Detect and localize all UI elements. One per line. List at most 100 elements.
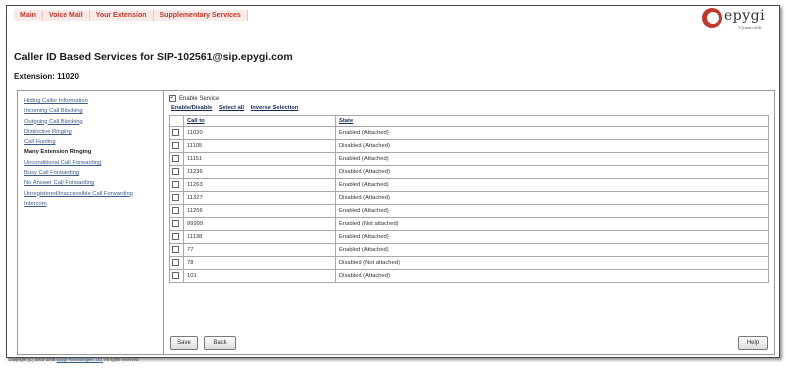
row-select-cell (169, 126, 184, 140)
row-checkbox[interactable] (172, 193, 179, 201)
sidebar-item[interactable]: No Answer Call Forwarding (18, 178, 163, 188)
nav-your-extension[interactable]: Your Extension (89, 10, 154, 21)
state-cell: Enabled (Attached) (335, 243, 769, 257)
row-select-cell (169, 230, 184, 244)
table-row: 99999 Enabled (Not attached) (169, 217, 769, 231)
table-row: 11020 Enabled (Attached) (169, 126, 769, 140)
sidebar: Hiding Caller Information Incoming Call B… (17, 90, 164, 355)
state-cell: Enabled (Attached) (335, 152, 769, 166)
call-to-table: Call to State 11020 Enabled (Attached) 111… (169, 115, 769, 283)
call-to-cell: 11327 (183, 191, 336, 205)
row-select-cell (169, 269, 184, 283)
logo-subtitle: TQuadro4HB (738, 25, 762, 30)
footer-link[interactable]: Epygi Technologies, Ltd. (57, 357, 104, 362)
table-row: 78 Disabled (Not attached) (169, 256, 769, 270)
top-navigation: Main Voice Mail Your Extension Supplemen… (14, 10, 248, 21)
header-select (169, 115, 184, 127)
table-row: 11256 Enabled (Attached) (169, 204, 769, 218)
call-to-cell: 11236 (183, 165, 336, 179)
row-checkbox[interactable] (172, 154, 179, 162)
enable-service-row: Enable Service (169, 93, 220, 102)
state-cell: Enabled (Attached) (335, 178, 769, 192)
call-to-cell: 11263 (183, 178, 336, 192)
logo-swoosh-icon (702, 8, 722, 28)
table-row: 11151 Enabled (Attached) (169, 152, 769, 166)
nav-supplementary-services[interactable]: Supplementary Services (153, 10, 248, 21)
sidebar-item[interactable]: Intercom (18, 199, 163, 209)
page-title: Caller ID Based Services for SIP-102561@… (14, 51, 293, 63)
sidebar-item[interactable]: Hiding Caller Information (18, 96, 163, 106)
table-row: 11236 Disabled (Attached) (169, 165, 769, 179)
row-select-cell (169, 191, 184, 205)
main-panel: Enable Service Enable/Disable Select all… (163, 90, 775, 355)
call-to-cell: 77 (183, 243, 336, 257)
select-all-link[interactable]: Select all (219, 105, 244, 111)
call-to-cell: 11105 (183, 139, 336, 153)
row-checkbox[interactable] (172, 271, 179, 279)
sidebar-item[interactable]: Incoming Call Blocking (18, 106, 163, 116)
table-body: 11020 Enabled (Attached) 11105 Disabled (At… (169, 126, 769, 283)
epygi-logo: epygi TQuadro4HB (702, 8, 772, 30)
state-cell: Disabled (Attached) (335, 191, 769, 205)
row-select-cell (169, 139, 184, 153)
table-row: 101 Disabled (Attached) (169, 269, 769, 283)
state-cell: Enabled (Not attached) (335, 217, 769, 231)
state-cell: Disabled (Not attached) (335, 256, 769, 270)
extension-title: Extension: 11020 (14, 72, 79, 81)
sidebar-item[interactable]: Unregistered/Inaccessible Call Forwardin… (18, 189, 163, 199)
call-to-cell: 99999 (183, 217, 336, 231)
call-to-cell: 11256 (183, 204, 336, 218)
call-to-cell: 101 (183, 269, 336, 283)
back-button[interactable]: Back (204, 336, 236, 350)
row-checkbox[interactable] (172, 258, 179, 266)
call-to-cell: 11138 (183, 230, 336, 244)
row-checkbox[interactable] (172, 180, 179, 188)
row-checkbox[interactable] (172, 167, 179, 175)
bulk-actions: Enable/Disable Select all Inverse Select… (171, 105, 303, 111)
sidebar-item[interactable]: Distinctive Ringing (18, 127, 163, 137)
footer-prefix: Copyright (C) 2003-2008 (8, 357, 57, 362)
state-cell: Disabled (Attached) (335, 165, 769, 179)
row-select-cell (169, 256, 184, 270)
save-button[interactable]: Save (170, 336, 198, 350)
sidebar-item[interactable]: Busy Call Forwarding (18, 168, 163, 178)
header-call-to[interactable]: Call to (183, 115, 336, 127)
copyright-footer: Copyright (C) 2003-2008 Epygi Technologi… (8, 357, 138, 362)
table-row: 11263 Enabled (Attached) (169, 178, 769, 192)
state-cell: Enabled (Attached) (335, 230, 769, 244)
row-checkbox[interactable] (172, 219, 179, 227)
sidebar-item[interactable]: Many Extension Ringing (18, 147, 163, 157)
inverse-selection-link[interactable]: Inverse Selection (251, 105, 299, 111)
enable-service-checkbox[interactable] (169, 93, 176, 102)
row-checkbox[interactable] (172, 128, 179, 136)
call-to-cell: 11020 (183, 126, 336, 140)
call-to-cell: 11151 (183, 152, 336, 166)
row-select-cell (169, 204, 184, 218)
table-row: 77 Enabled (Attached) (169, 243, 769, 257)
table-row: 11327 Disabled (Attached) (169, 191, 769, 205)
nav-voice-mail[interactable]: Voice Mail (42, 10, 90, 21)
nav-main[interactable]: Main (14, 10, 43, 21)
enable-service-label: Enable Service (179, 95, 220, 102)
state-cell: Disabled (Attached) (335, 139, 769, 153)
footer-suffix: All rights reserved (103, 357, 139, 362)
row-checkbox[interactable] (172, 232, 179, 240)
header-state[interactable]: State (335, 115, 769, 127)
logo-brand: epygi (724, 8, 766, 24)
row-checkbox[interactable] (172, 206, 179, 214)
state-cell: Enabled (Attached) (335, 204, 769, 218)
call-to-cell: 78 (183, 256, 336, 270)
sidebar-item[interactable]: Unconditional Call Forwarding (18, 158, 163, 168)
help-button[interactable]: Help (738, 336, 768, 350)
row-select-cell (169, 217, 184, 231)
table-header-row: Call to State (169, 115, 769, 127)
row-select-cell (169, 243, 184, 257)
row-checkbox[interactable] (172, 141, 179, 149)
sidebar-item[interactable]: Outgoing Call Blocking (18, 117, 163, 127)
row-checkbox[interactable] (172, 245, 179, 253)
state-cell: Disabled (Attached) (335, 269, 769, 283)
sidebar-item[interactable]: Call Hunting (18, 137, 163, 147)
enable-disable-link[interactable]: Enable/Disable (171, 105, 212, 111)
table-row: 11105 Disabled (Attached) (169, 139, 769, 153)
table-row: 11138 Enabled (Attached) (169, 230, 769, 244)
